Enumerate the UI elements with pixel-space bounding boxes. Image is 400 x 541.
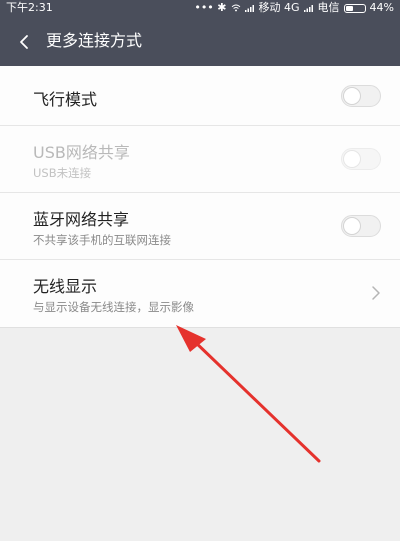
page-title: 更多连接方式 bbox=[46, 31, 143, 50]
signal-icon bbox=[303, 5, 313, 12]
toggle-knob bbox=[343, 217, 361, 235]
usb-tethering-status: USB未连接 bbox=[33, 166, 92, 180]
bluetooth-tethering-label: 蓝牙网络共享 bbox=[33, 210, 130, 229]
battery-percent: 44% bbox=[369, 1, 394, 14]
airplane-mode-row[interactable]: 飞行模式 bbox=[0, 66, 400, 126]
status-time: 下午2:31 bbox=[6, 1, 53, 14]
bluetooth-tethering-row[interactable]: 蓝牙网络共享 不共享该手机的互联网连接 bbox=[0, 193, 400, 260]
toggle-knob bbox=[343, 150, 361, 168]
usb-tethering-label: USB网络共享 bbox=[33, 143, 130, 162]
wireless-display-row[interactable]: 无线显示 与显示设备无线连接，显示影像 bbox=[0, 260, 400, 327]
battery-fill bbox=[345, 5, 354, 11]
wireless-display-description: 与显示设备无线连接，显示影像 bbox=[33, 300, 194, 314]
back-button[interactable] bbox=[10, 28, 38, 56]
title-bar: 更多连接方式 bbox=[0, 16, 400, 66]
airplane-mode-toggle[interactable] bbox=[341, 85, 381, 107]
airplane-mode-label: 飞行模式 bbox=[33, 90, 98, 109]
usb-tethering-toggle bbox=[341, 148, 381, 170]
battery-icon bbox=[343, 3, 366, 13]
carrier-2: 电信 bbox=[317, 1, 340, 14]
carrier-1: 移动 4G bbox=[258, 1, 300, 14]
signal-icon bbox=[244, 5, 254, 12]
chevron-left-icon bbox=[20, 35, 28, 49]
bluetooth-tethering-status: 不共享该手机的互联网连接 bbox=[33, 233, 171, 247]
toggle-knob bbox=[343, 87, 361, 105]
status-dots-bluetooth: ••• ✱ bbox=[194, 1, 227, 14]
status-indicators: ••• ✱ 移动 4G 电信 44% bbox=[194, 0, 394, 16]
bluetooth-tethering-toggle[interactable] bbox=[341, 215, 381, 237]
wifi-icon bbox=[231, 4, 240, 12]
wireless-display-label: 无线显示 bbox=[33, 277, 98, 296]
status-bar: 下午2:31 ••• ✱ 移动 4G 电信 44% bbox=[0, 0, 400, 16]
chevron-right-icon bbox=[372, 286, 380, 300]
settings-list: 飞行模式 USB网络共享 USB未连接 蓝牙网络共享 不共享该手机的互联网连接 … bbox=[0, 66, 400, 328]
usb-tethering-row: USB网络共享 USB未连接 bbox=[0, 126, 400, 193]
